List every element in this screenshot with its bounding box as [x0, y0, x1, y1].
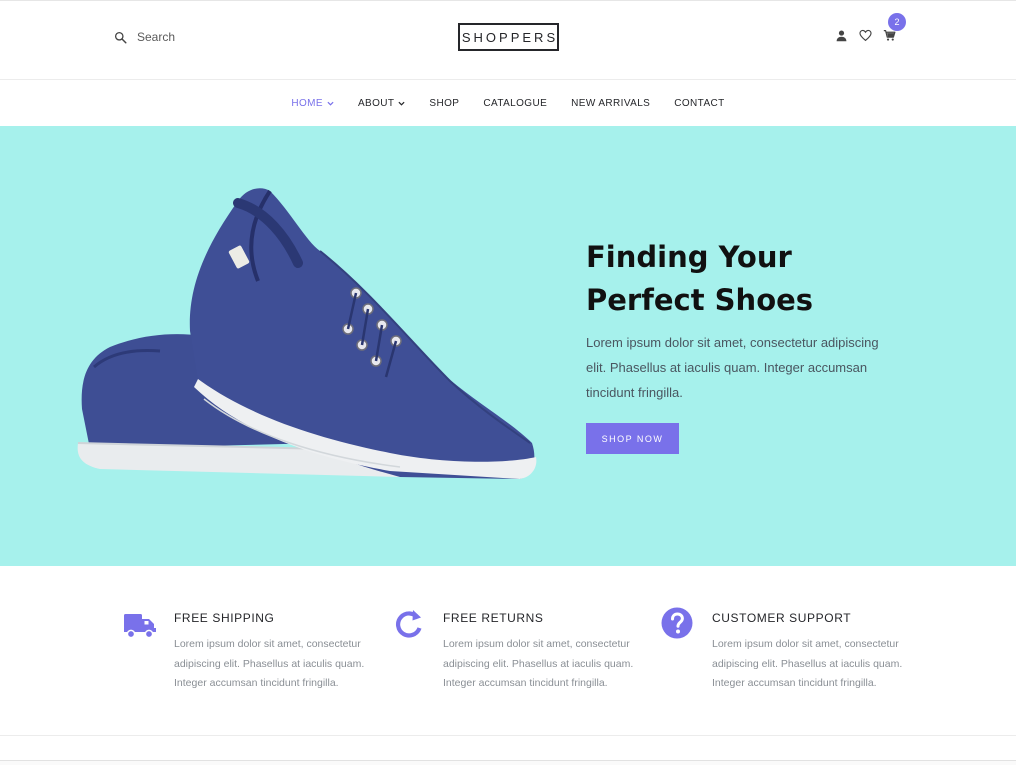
- cart-count-badge: 2: [888, 13, 906, 31]
- feature-text: Lorem ipsum dolor sit amet, consectetur …: [174, 638, 365, 689]
- nav-home-label: HOME: [291, 98, 323, 109]
- features-section: FREE SHIPPING Lorem ipsum dolor sit amet…: [0, 566, 1016, 736]
- hero-banner: Finding Your Perfect Shoes Lorem ipsum d…: [0, 126, 1016, 566]
- header-icons: [833, 25, 897, 45]
- feature-title: FREE RETURNS: [443, 611, 544, 625]
- nav-about-label: ABOUT: [357, 98, 395, 109]
- site-header: SHOPPERS 2: [0, 0, 1016, 80]
- nav-about[interactable]: ABOUT: [358, 98, 405, 109]
- hero-title-line1: Finding Your: [586, 240, 792, 274]
- hero-title: Finding Your Perfect Shoes: [586, 236, 916, 322]
- feature-title: FREE SHIPPING: [174, 611, 275, 625]
- nav-contact[interactable]: CONTACT: [674, 98, 724, 109]
- hero-shoe-image: [77, 188, 537, 479]
- search-icon[interactable]: [114, 31, 127, 44]
- refresh-icon: [396, 610, 422, 638]
- feature-title: CUSTOMER SUPPORT: [712, 611, 852, 625]
- hero-description: Lorem ipsum dolor sit amet, consectetur …: [586, 335, 879, 400]
- truck-icon: [124, 614, 156, 639]
- nav-catalogue[interactable]: CATALOGUE: [483, 98, 547, 109]
- main-navigation: HOME ABOUT SHOP CATALOGUE NEW ARRIVALS C…: [0, 81, 1016, 126]
- nav-home[interactable]: HOME: [291, 98, 334, 109]
- search-box[interactable]: [114, 27, 257, 47]
- help-icon: [661, 607, 693, 639]
- chevron-down-icon: [398, 101, 405, 106]
- search-input[interactable]: [137, 30, 257, 44]
- feature-text: Lorem ipsum dolor sit amet, consectetur …: [712, 638, 903, 689]
- nav-shop[interactable]: SHOP: [429, 98, 459, 109]
- shop-now-button[interactable]: SHOP NOW: [586, 423, 679, 454]
- site-logo[interactable]: SHOPPERS: [458, 23, 559, 51]
- chevron-down-icon: [327, 101, 334, 106]
- user-icon[interactable]: [833, 27, 849, 43]
- section-divider: [0, 760, 1016, 765]
- nav-new-arrivals[interactable]: NEW ARRIVALS: [571, 98, 650, 109]
- hero-title-line2: Perfect Shoes: [586, 283, 814, 317]
- feature-text: Lorem ipsum dolor sit amet, consectetur …: [443, 638, 634, 689]
- hero-text: Finding Your Perfect Shoes Lorem ipsum d…: [586, 236, 916, 454]
- heart-icon[interactable]: [857, 27, 873, 43]
